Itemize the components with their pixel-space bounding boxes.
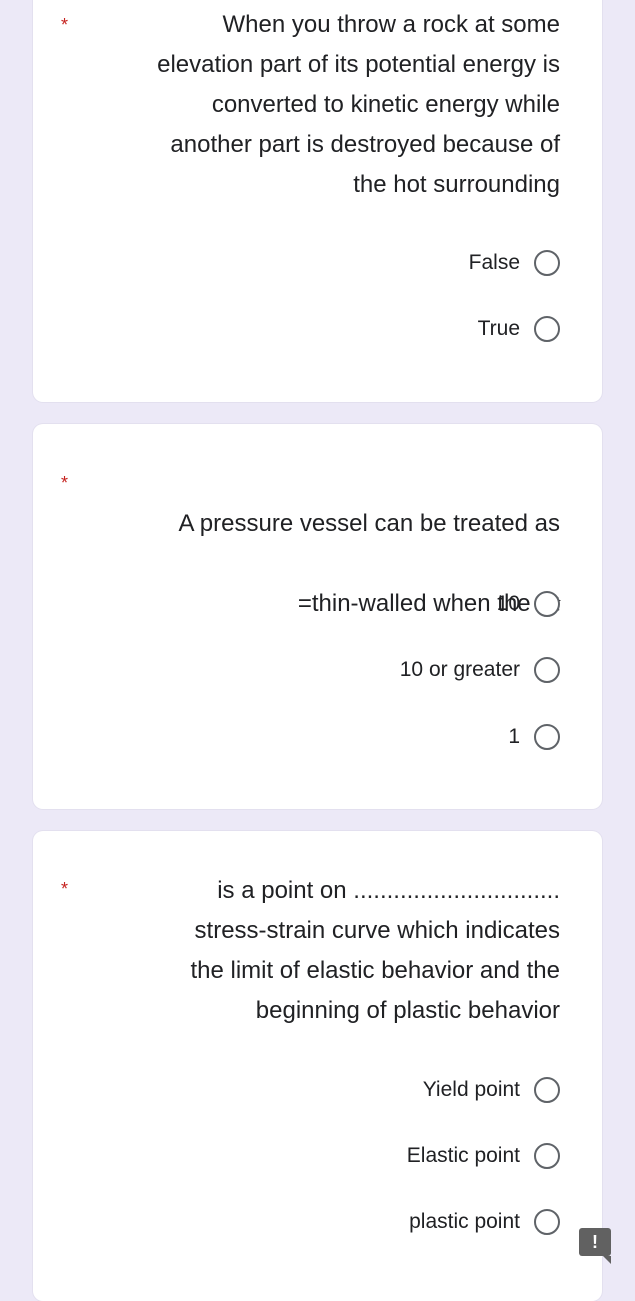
question-text: When you throw a rock at some elevation … [157,11,560,198]
option-label: Yield point [422,1078,520,1101]
option-1[interactable]: 1 [508,724,560,750]
option-label: True [477,317,520,340]
option-label: Elastic point [406,1144,520,1167]
option-label: 1 [508,725,520,748]
option-false[interactable]: False [469,250,560,276]
required-asterisk: * [61,879,69,899]
required-asterisk: * [61,15,69,35]
radio-button[interactable] [534,316,560,342]
option-label: plastic point [409,1210,520,1233]
option-label: 10 or greater [399,658,520,681]
option-10[interactable]: 10 [497,591,560,617]
option-10-or-greater[interactable]: 10 or greater [400,657,560,683]
question-line-1: A pressure vessel can be treated as [178,510,560,537]
question-card-3: * is a point on ........................… [33,831,602,1301]
radio-button[interactable] [534,250,560,276]
option-true[interactable]: True [478,316,560,342]
radio-button[interactable] [534,1209,560,1235]
question-card-1: * When you throw a rock at some elevatio… [33,0,602,402]
option-label: 10 [496,592,520,615]
option-elastic-point[interactable]: Elastic point [407,1143,560,1169]
exclamation-icon: ! [592,1231,598,1252]
required-asterisk: * [61,473,69,493]
radio-button[interactable] [534,657,560,683]
radio-button[interactable] [534,724,560,750]
question-text: is a point on ..........................… [190,877,560,1024]
option-label: False [468,251,520,274]
report-feedback-button[interactable]: ! [579,1228,611,1264]
option-yield-point[interactable]: Yield point [423,1077,560,1103]
radio-button[interactable] [534,1077,560,1103]
question-card-2: * A pressure vessel can be treated as =t… [33,424,602,809]
option-plastic-point[interactable]: plastic point [409,1209,560,1235]
radio-button[interactable] [534,1143,560,1169]
radio-button[interactable] [534,591,560,617]
